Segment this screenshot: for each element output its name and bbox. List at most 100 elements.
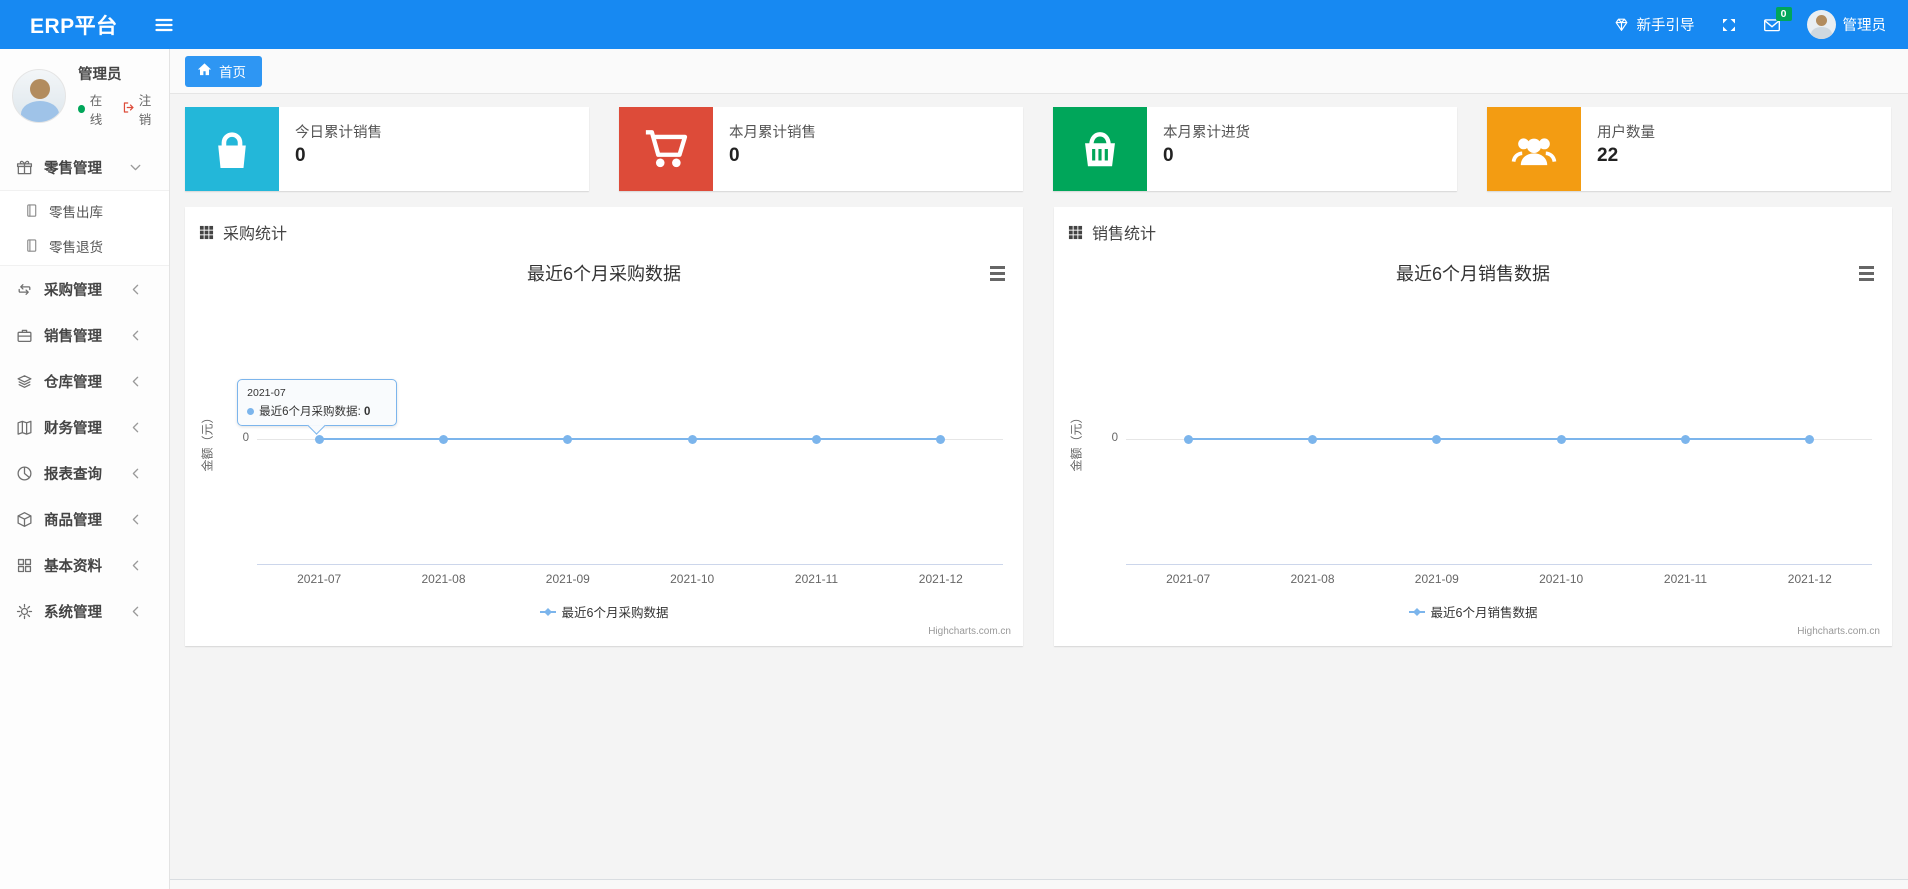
app-brand: ERP平台 (30, 14, 118, 38)
chart-tooltip: 2021-07 最近6个月采购数据: 0 (237, 379, 398, 426)
y-axis-tick: 0 (242, 432, 249, 444)
sidebar-item-label: 仓库管理 (44, 374, 102, 391)
sidebar-subitem-0-0[interactable]: 零售出库 (0, 193, 169, 228)
sidebar-item-2[interactable]: 销售管理 (0, 312, 169, 358)
sidebar-item-5[interactable]: 报表查询 (0, 450, 169, 496)
footer-divider (170, 879, 1908, 889)
panel-title: 销售统计 (1092, 226, 1157, 243)
chevron-left-icon (127, 327, 144, 344)
sidebar-subitem-0-1[interactable]: 零售退货 (0, 228, 169, 263)
tab-strip: 首页 (170, 49, 1908, 94)
data-point[interactable] (314, 434, 324, 444)
sidebar-item-7[interactable]: 基本资料 (0, 542, 169, 588)
sidebar-item-8[interactable]: 系统管理 (0, 588, 169, 634)
stat-card-1: 本月累计销售 0 (619, 107, 1023, 191)
stat-card-label: 本月累计进货 (1163, 125, 1250, 141)
data-point[interactable] (812, 434, 821, 444)
data-point[interactable] (563, 434, 573, 444)
beginner-guide-button[interactable]: 新手引导 (1613, 14, 1695, 35)
sidebar-item-4[interactable]: 财务管理 (0, 404, 169, 450)
tab-home[interactable]: 首页 (185, 55, 262, 87)
x-axis-label: 2021-12 (1787, 572, 1832, 586)
data-point[interactable] (1556, 434, 1566, 444)
highcharts-credits[interactable]: Highcharts.com.cn (1797, 626, 1880, 637)
legend-label: 最近6个月采购数据 (561, 606, 669, 620)
highcharts-credits[interactable]: Highcharts.com.cn (928, 626, 1011, 637)
sidebar-subitem-label: 零售退货 (49, 239, 103, 255)
series-line (1188, 438, 1810, 440)
home-icon (197, 62, 212, 80)
logout-button[interactable]: 注销 (122, 90, 157, 128)
beginner-guide-label: 新手引导 (1636, 18, 1695, 34)
sidebar-item-3[interactable]: 仓库管理 (0, 358, 169, 404)
stat-card-label: 本月累计销售 (729, 125, 816, 141)
sidebar: 管理员 在线 注销 零售管理零售出库零售退货采购管理销售管理仓库管理财务管理报表… (0, 49, 170, 889)
legend-item[interactable]: 最近6个月销售数据 (1064, 602, 1882, 621)
expand-icon (1721, 17, 1737, 33)
sidebar-item-label: 采购管理 (44, 282, 102, 299)
sidebar-item-label: 系统管理 (44, 604, 102, 621)
basket-icon (1053, 107, 1147, 191)
users-icon (1487, 107, 1581, 191)
x-axis-label: 2021-12 (918, 572, 963, 586)
data-point[interactable] (1681, 434, 1690, 444)
main-content: 首页 今日累计销售 0 本月累计销售 0 本月累计进货 0 用户数量 22 采购统计 最近6个… (170, 49, 1908, 889)
sidebar-item-label: 零售管理 (44, 160, 102, 177)
online-status-dot (78, 105, 85, 113)
data-point[interactable] (1183, 434, 1193, 444)
chart-context-menu-button[interactable] (1854, 262, 1878, 284)
stat-card-0: 今日累计销售 0 (185, 107, 589, 191)
data-point[interactable] (1308, 434, 1317, 444)
sales-stats-panel: 销售统计 最近6个月销售数据 金额（元） 0 2021-07 2021-08 2021-0… (1054, 207, 1892, 646)
x-axis-label: 2021-11 (794, 572, 839, 586)
chart-context-menu-button[interactable] (985, 262, 1009, 284)
sidebar-user-panel: 管理员 在线 注销 (0, 49, 169, 144)
x-axis-line (1126, 564, 1872, 565)
messages-button[interactable]: 0 (1763, 6, 1792, 34)
legend-item[interactable]: 最近6个月采购数据 (195, 602, 1013, 621)
chevron-left-icon (127, 373, 144, 390)
series-dot-icon (247, 407, 255, 415)
avatar (12, 68, 66, 123)
x-axis-label: 2021-08 (421, 572, 466, 586)
data-point[interactable] (687, 434, 697, 444)
x-axis-line (257, 564, 1003, 565)
data-point[interactable] (1805, 434, 1815, 444)
fullscreen-button[interactable] (1721, 17, 1737, 33)
legend-label: 最近6个月销售数据 (1430, 606, 1538, 620)
stat-card-value: 0 (729, 145, 740, 166)
logout-label: 注销 (138, 94, 152, 127)
sidebar-toggle-button[interactable] (140, 15, 188, 35)
x-axis-label: 2021-10 (1539, 572, 1584, 586)
y-axis-title: 金额（元） (200, 411, 215, 472)
sidebar-item-label: 基本资料 (44, 558, 102, 575)
box-icon (16, 511, 33, 528)
sidebar-item-6[interactable]: 商品管理 (0, 496, 169, 542)
sidebar-menu: 零售管理零售出库零售退货采购管理销售管理仓库管理财务管理报表查询商品管理基本资料… (0, 144, 169, 634)
stat-card-value: 0 (1163, 145, 1174, 166)
x-axis-label: 2021-07 (297, 572, 342, 586)
user-menu[interactable]: 管理员 (1806, 10, 1886, 39)
top-navbar: ERP平台 新手引导 0 管理员 (0, 0, 1908, 49)
chevron-left-icon (127, 465, 144, 482)
stat-card-label: 用户数量 (1597, 125, 1655, 141)
x-axis-label: 2021-11 (1663, 572, 1708, 586)
x-axis-label: 2021-07 (1166, 572, 1211, 586)
tooltip-series: 最近6个月采购数据 (259, 406, 358, 418)
chevron-left-icon (127, 603, 144, 620)
charts-row: 采购统计 最近6个月采购数据 金额（元） 0 2021-07 2021-08 2021-0… (170, 191, 1908, 646)
pie-chart-icon (16, 465, 33, 482)
cart-icon (619, 107, 713, 191)
data-point[interactable] (1432, 434, 1442, 444)
sidebar-item-1[interactable]: 采购管理 (0, 266, 169, 312)
sidebar-subitem-label: 零售出库 (49, 204, 103, 220)
sidebar-item-label: 报表查询 (44, 466, 102, 483)
chevron-left-icon (127, 557, 144, 574)
x-axis-label: 2021-10 (670, 572, 715, 586)
data-point[interactable] (439, 434, 448, 444)
data-point[interactable] (936, 434, 946, 444)
sidebar-item-0[interactable]: 零售管理 (0, 144, 169, 190)
stat-card-2: 本月累计进货 0 (1053, 107, 1457, 191)
gem-icon (1613, 16, 1630, 33)
stat-card-value: 22 (1597, 145, 1619, 166)
